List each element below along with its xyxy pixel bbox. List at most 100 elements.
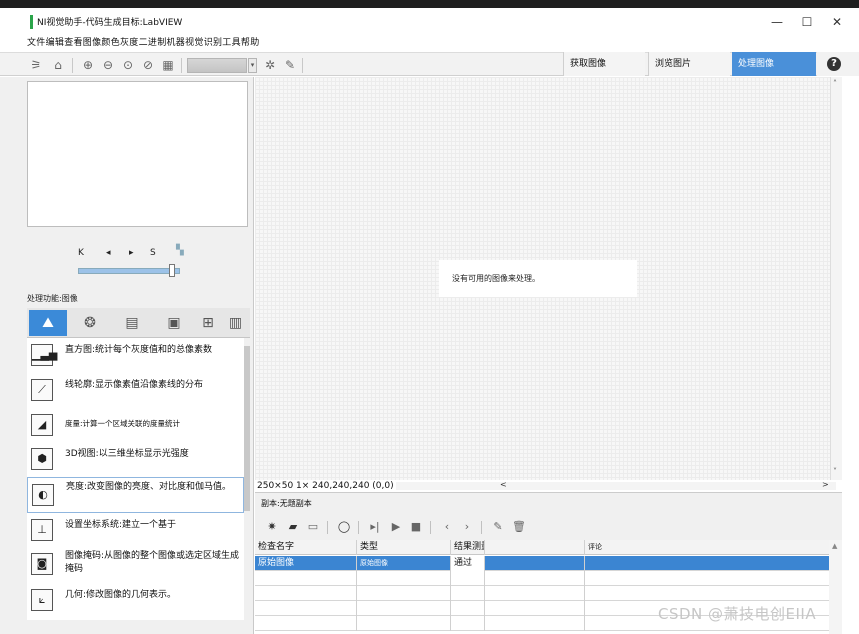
new-script-icon[interactable]: ✷ [265, 520, 279, 534]
color-category-icon[interactable]: ❂ [71, 310, 109, 336]
table-cell [585, 556, 829, 571]
function-label: 线轮廓:显示像素值沿像素线的分布 [65, 380, 204, 390]
table-cell [485, 616, 585, 631]
main-toolbar: ⚞ ⌂ ⊕ ⊖ ⊙ ⊘ ▦ ▾ ✲ ✎ [0, 52, 859, 76]
run-icon[interactable]: ▶ [389, 520, 403, 534]
function-label: 亮度:改变图像的亮度、对比度和伽马值。 [66, 482, 232, 492]
open-script-icon[interactable]: ▰ [286, 520, 300, 534]
save-script-icon[interactable]: ▭ [306, 520, 320, 534]
zoom-actual-icon[interactable]: ⊘ [140, 57, 156, 73]
coordinate-system-icon: ⊥ [31, 519, 53, 541]
toolbar-separator [430, 521, 431, 534]
pen-icon[interactable]: ✎ [282, 57, 298, 73]
table-cell [357, 601, 451, 616]
function-label: 3D视图:以三维坐标显示光强度 [65, 449, 189, 459]
list-item[interactable]: ◢ 度量:计算一个区域关联的度量统计 [27, 408, 244, 444]
table-cell [451, 616, 485, 631]
move-right-icon[interactable]: › [460, 520, 474, 534]
help-button[interactable]: ? [817, 52, 859, 76]
identification-category-icon[interactable]: ▥ [223, 310, 248, 336]
column-header[interactable]: 评论 [585, 540, 829, 555]
table-cell [255, 571, 357, 586]
color-selector[interactable] [187, 58, 247, 73]
prev-image-button[interactable]: ◂ [106, 248, 111, 258]
comment-icon[interactable]: ◯ [337, 520, 351, 534]
binary-category-icon[interactable]: ▣ [155, 310, 193, 336]
camera-icon[interactable]: ⌂ [50, 57, 66, 73]
list-item[interactable]: ◐ 亮度:改变图像的亮度、对比度和伽马值。 [27, 477, 244, 513]
help-icon: ? [827, 57, 841, 71]
table-row[interactable]: 原始图像 原始图像 通过 [255, 556, 829, 571]
list-item[interactable]: ◙ 图像掩码:从图像的整个图像或选定区域生成掩码 [27, 547, 244, 583]
settings-icon[interactable]: ✲ [262, 57, 278, 73]
next-image-button[interactable]: ▸ [129, 248, 134, 258]
column-header[interactable] [485, 540, 585, 555]
function-category-label: 处理功能:图像 [27, 294, 78, 303]
table-cell [451, 586, 485, 601]
function-list-scroll-thumb[interactable] [244, 346, 250, 511]
grayscale-category-icon[interactable]: ▤ [113, 310, 151, 336]
canvas-vertical-scrollbar[interactable]: ˄ ˅ [830, 77, 842, 480]
function-label: 几何:修改图像的几何表示。 [65, 590, 177, 600]
table-cell [485, 571, 585, 586]
column-header[interactable]: 检查名字 [255, 540, 357, 555]
image-category-icon[interactable]: ⛰ [29, 310, 67, 336]
step-run-icon[interactable]: ▸| [368, 520, 382, 534]
menu-bar[interactable]: 文件编辑查看图像颜色灰度二进制机器视觉识别工具帮助 [0, 36, 859, 51]
zoom-in-icon[interactable]: ⊕ [80, 57, 96, 73]
tab-acquire-image[interactable]: 获取图像 [563, 52, 645, 76]
table-cell: 原始图像 [255, 556, 357, 571]
first-image-button[interactable]: K [78, 248, 84, 258]
tab-process-image[interactable]: 处理图像 [732, 52, 816, 76]
brightness-icon: ◐ [32, 484, 54, 506]
scroll-up-icon[interactable]: ˄ [833, 79, 837, 88]
image-slider[interactable] [78, 268, 180, 274]
table-cell [357, 616, 451, 631]
list-item[interactable]: ⬢ 3D视图:以三维坐标显示光强度 [27, 442, 244, 478]
measure-icon: ◢ [31, 414, 53, 436]
toolbar-separator [358, 521, 359, 534]
3d-view-icon: ⬢ [31, 448, 53, 470]
column-header[interactable]: 结果测量 [451, 540, 485, 555]
maximize-button[interactable]: ☐ [790, 9, 824, 35]
table-scrollbar[interactable]: ▲ [829, 540, 842, 634]
table-cell [255, 586, 357, 601]
histogram-icon: ▁▃▅ [31, 344, 57, 366]
scroll-down-icon[interactable]: ˅ [833, 467, 837, 476]
close-button[interactable]: ✕ [820, 9, 854, 35]
zoom-fit-icon[interactable]: ⊙ [120, 57, 136, 73]
palette-icon[interactable]: ▦ [160, 57, 176, 73]
canvas-horizontal-scrollbar[interactable]: < > [396, 480, 836, 490]
scroll-up-icon[interactable]: ▲ [832, 542, 837, 550]
scroll-right-icon[interactable]: > [822, 480, 829, 489]
table-row [255, 586, 829, 601]
machine-vision-category-icon[interactable]: ⊞ [197, 310, 219, 336]
minimize-button[interactable]: — [760, 9, 794, 35]
edit-step-icon[interactable]: ✎ [491, 520, 505, 534]
table-header: 检查名字 类型 结果测量 评论 [255, 540, 829, 555]
list-item[interactable]: ⊥ 设置坐标系统:建立一个基于 [27, 513, 244, 549]
image-preview [27, 81, 248, 227]
table-cell [357, 571, 451, 586]
zoom-out-icon[interactable]: ⊖ [100, 57, 116, 73]
move-left-icon[interactable]: ‹ [440, 520, 454, 534]
list-item[interactable]: ⟀ 几何:修改图像的几何表示。 [27, 583, 244, 619]
stop-icon[interactable]: ■ [409, 520, 423, 534]
acquire-icon[interactable]: ⚞ [28, 57, 44, 73]
script-title: 副本:无题副本 [255, 492, 842, 514]
function-category-bar: ⛰ ❂ ▤ ▣ ⊞ ▥ [27, 308, 250, 338]
tab-browse-images[interactable]: 浏览图片 [648, 52, 730, 76]
window-title: NI视觉助手-代码生成目标:LabVIEW [37, 18, 183, 28]
image-slider-thumb[interactable] [169, 264, 175, 277]
chevron-down-icon[interactable]: ▾ [248, 58, 257, 73]
thumbnail-icon[interactable]: ▚ [176, 245, 184, 256]
column-header[interactable]: 类型 [357, 540, 451, 555]
scroll-left-icon[interactable]: < [500, 480, 507, 489]
list-item[interactable]: ⟋ 线轮廓:显示像素值沿像素线的分布 [27, 373, 244, 409]
toolbar-separator [181, 58, 182, 73]
delete-step-icon[interactable]: 🗑 [512, 520, 526, 534]
list-item[interactable]: ▁▃▅ 直方图:统计每个灰度值和的总像素数 [27, 338, 244, 374]
app-logo [30, 15, 33, 29]
watermark: CSDN @萧技电创EIIA [658, 605, 817, 623]
last-image-button[interactable]: S [150, 248, 156, 258]
